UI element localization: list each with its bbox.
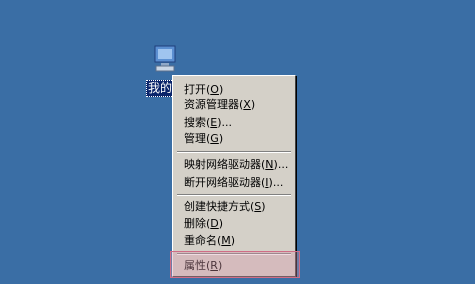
menu-item-properties[interactable]: 属性(R) xyxy=(184,258,222,274)
context-menu: 打开(O) 资源管理器(X) 搜索(E)... 管理(G) 映射网络驱动器(N)… xyxy=(172,75,296,277)
menu-item-manage[interactable]: 管理(G) xyxy=(184,131,223,147)
menu-item-search[interactable]: 搜索(E)... xyxy=(184,115,232,131)
menu-item-open[interactable]: 打开(O) xyxy=(184,82,223,98)
menu-item-delete[interactable]: 删除(D) xyxy=(184,216,223,232)
menu-item-rename[interactable]: 重命名(M) xyxy=(184,233,235,249)
menu-item-disconnect-network-drive[interactable]: 断开网络驱动器(I)... xyxy=(184,175,283,191)
menu-item-map-network-drive[interactable]: 映射网络驱动器(N)... xyxy=(184,157,288,173)
menu-item-create-shortcut[interactable]: 创建快捷方式(S) xyxy=(184,199,266,215)
menu-separator xyxy=(177,194,291,196)
desktop-icon-label[interactable]: 我的 xyxy=(146,80,175,97)
menu-separator xyxy=(177,253,291,255)
my-computer-icon xyxy=(154,45,176,72)
menu-separator xyxy=(177,151,291,153)
menu-item-explorer[interactable]: 资源管理器(X) xyxy=(184,97,255,113)
